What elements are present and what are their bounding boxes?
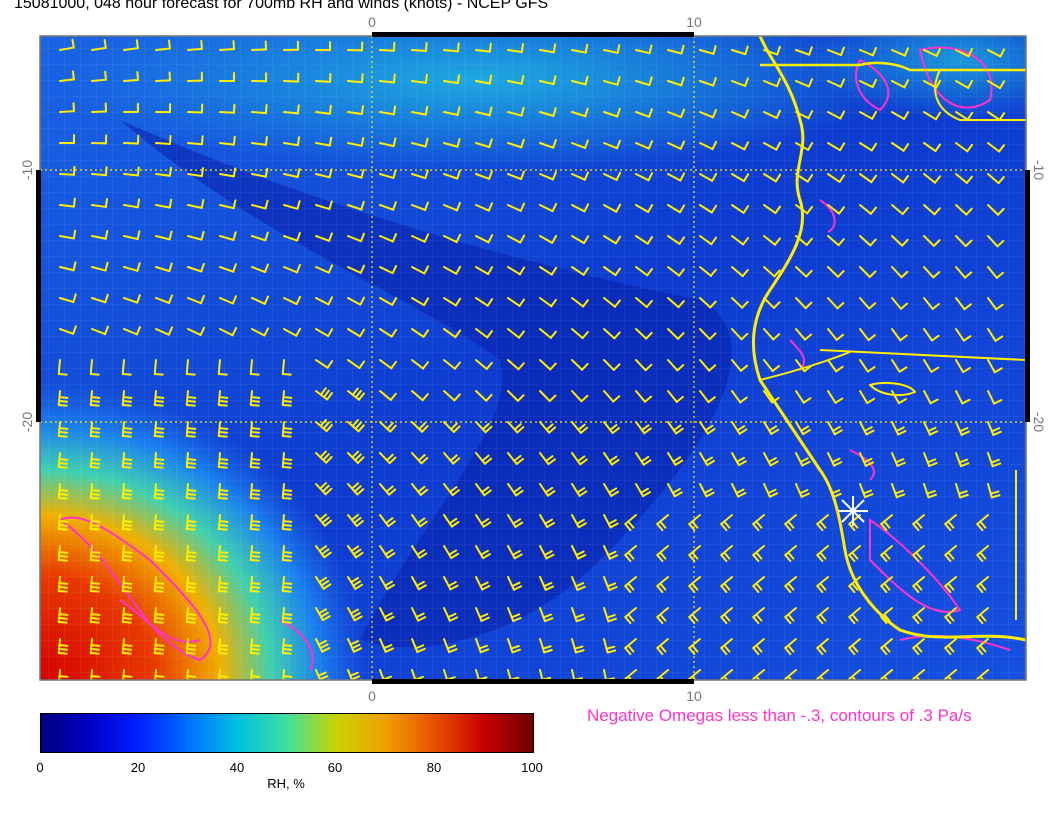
right-tick-neg20: -20 (1031, 412, 1047, 432)
top-tick-10: 10 (686, 14, 702, 30)
bottom-tick-10: 10 (686, 688, 702, 704)
bottom-tick-0: 0 (368, 688, 376, 704)
top-tick-0: 0 (368, 14, 376, 30)
colorbar-label: RH, % (267, 776, 305, 791)
bottom-axis-bar (372, 679, 694, 684)
colorbar-tick: 60 (327, 760, 343, 775)
right-axis-bar (1025, 170, 1030, 422)
rh-colorbar (40, 713, 534, 753)
left-tick-neg20: -20 (19, 412, 35, 432)
asterisk-icon (838, 496, 868, 526)
omega-legend-note: Negative Omegas less than -.3, contours … (587, 706, 972, 725)
right-tick-neg10: -10 (1031, 160, 1047, 180)
left-tick-neg10: -10 (19, 160, 35, 180)
forecast-map: 0 10 0 10 -10 -20 -10 -20 (19, 14, 1047, 704)
top-axis-bar (372, 32, 694, 37)
colorbar-tick: 80 (426, 760, 442, 775)
colorbar-tick: 40 (229, 760, 245, 775)
colorbar-tick: 0 (36, 760, 44, 775)
colorbar-tick: 20 (130, 760, 146, 775)
colorbar-tick: 100 (521, 760, 543, 775)
left-axis-bar (36, 170, 41, 422)
